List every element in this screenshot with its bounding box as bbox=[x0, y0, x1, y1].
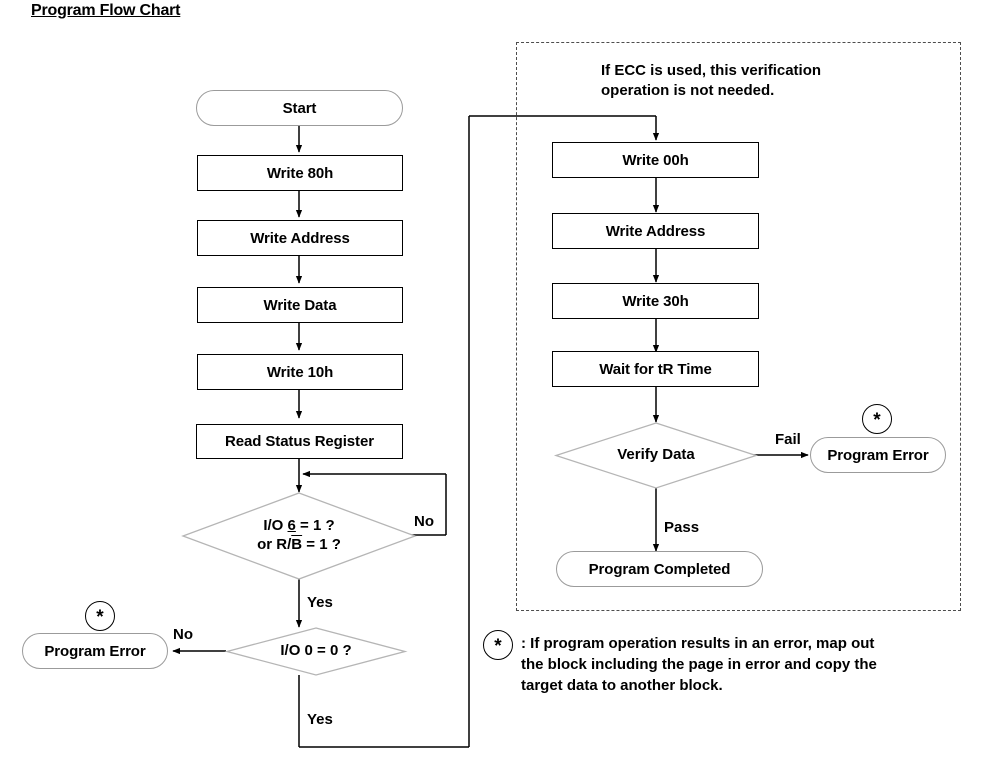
process-write-30h[interactable]: Write 30h bbox=[552, 283, 759, 319]
decision-status-line1: I/O 6 = 1 ? bbox=[263, 517, 334, 536]
asterisk-marker-icon-right: * bbox=[862, 404, 892, 434]
label-status-no: No bbox=[414, 513, 434, 530]
process-verify-write-address-label: Write Address bbox=[605, 222, 706, 240]
process-wait-tr-time[interactable]: Wait for tR Time bbox=[552, 351, 759, 387]
label-verify-pass: Pass bbox=[664, 519, 700, 536]
decision-io0-text: I/O 0 = 0 ? bbox=[226, 627, 406, 676]
terminator-program-completed[interactable]: Program Completed bbox=[556, 551, 763, 587]
asterisk-glyph-right: * bbox=[873, 409, 881, 431]
terminator-program-completed-label: Program Completed bbox=[588, 560, 731, 578]
decision-status-line1-prefix: I/O bbox=[263, 517, 288, 535]
process-write-10h-label: Write 10h bbox=[266, 363, 334, 381]
process-wait-tr-time-label: Wait for tR Time bbox=[599, 360, 712, 378]
decision-io0-label: I/O 0 = 0 ? bbox=[280, 642, 352, 660]
decision-verify-data[interactable]: Verify Data bbox=[553, 422, 759, 489]
asterisk-marker-icon-left: * bbox=[85, 601, 115, 631]
label-status-yes: Yes bbox=[307, 594, 333, 611]
process-write-10h[interactable]: Write 10h bbox=[197, 354, 403, 390]
terminator-program-error-left[interactable]: Program Error bbox=[22, 633, 168, 669]
label-io0-yes: Yes bbox=[307, 711, 333, 728]
verification-block-dashed-border bbox=[516, 42, 961, 611]
asterisk-glyph-legend: * bbox=[494, 635, 502, 657]
ecc-note: If ECC is used, this verification operat… bbox=[601, 62, 822, 100]
process-write-data-label: Write Data bbox=[263, 296, 337, 314]
decision-status-line1-underlined: 6 bbox=[287, 517, 296, 535]
process-write-address[interactable]: Write Address bbox=[197, 220, 403, 256]
process-write-00h-label: Write 00h bbox=[622, 151, 689, 169]
terminator-program-error-right[interactable]: Program Error bbox=[810, 437, 946, 473]
legend-description: : If program operation results in an err… bbox=[521, 635, 877, 694]
asterisk-marker-icon-legend: * bbox=[483, 630, 513, 660]
terminator-program-error-left-label: Program Error bbox=[44, 642, 146, 660]
asterisk-glyph-left: * bbox=[96, 606, 104, 628]
process-write-80h[interactable]: Write 80h bbox=[197, 155, 403, 191]
terminator-program-error-right-label: Program Error bbox=[827, 446, 929, 464]
process-verify-write-address[interactable]: Write Address bbox=[552, 213, 759, 249]
process-read-status-register-label: Read Status Register bbox=[225, 433, 374, 450]
decision-status-line2: or R/B = 1 ? bbox=[257, 536, 341, 555]
decision-status-line2-prefix: or R/ bbox=[257, 536, 292, 553]
process-write-address-label: Write Address bbox=[250, 229, 350, 247]
decision-status-ready-text: I/O 6 = 1 ? or R/B = 1 ? bbox=[182, 492, 416, 580]
label-io0-no: No bbox=[173, 626, 193, 643]
process-write-data[interactable]: Write Data bbox=[197, 287, 403, 323]
page-title: Program Flow Chart bbox=[31, 2, 181, 19]
start-label: Start bbox=[282, 99, 317, 117]
decision-status-ready[interactable]: I/O 6 = 1 ? or R/B = 1 ? bbox=[181, 492, 417, 580]
label-verify-fail: Fail bbox=[775, 431, 801, 448]
decision-status-line2-overlined: B bbox=[291, 536, 303, 553]
process-write-80h-label: Write 80h bbox=[266, 164, 334, 182]
process-read-status-register[interactable]: Read Status Register bbox=[196, 424, 403, 459]
decision-verify-data-label: Verify Data bbox=[617, 446, 695, 464]
flowchart-canvas: Program Flow Chart If ECC is used, this … bbox=[0, 0, 1002, 779]
process-write-00h[interactable]: Write 00h bbox=[552, 142, 759, 178]
decision-status-line2-suffix: = 1 ? bbox=[302, 536, 341, 553]
start-terminator[interactable]: Start bbox=[196, 90, 403, 126]
decision-verify-data-text: Verify Data bbox=[555, 422, 757, 489]
decision-io0[interactable]: I/O 0 = 0 ? bbox=[224, 627, 408, 676]
decision-status-line1-suffix: = 1 ? bbox=[295, 517, 335, 535]
process-write-30h-label: Write 30h bbox=[622, 292, 689, 310]
